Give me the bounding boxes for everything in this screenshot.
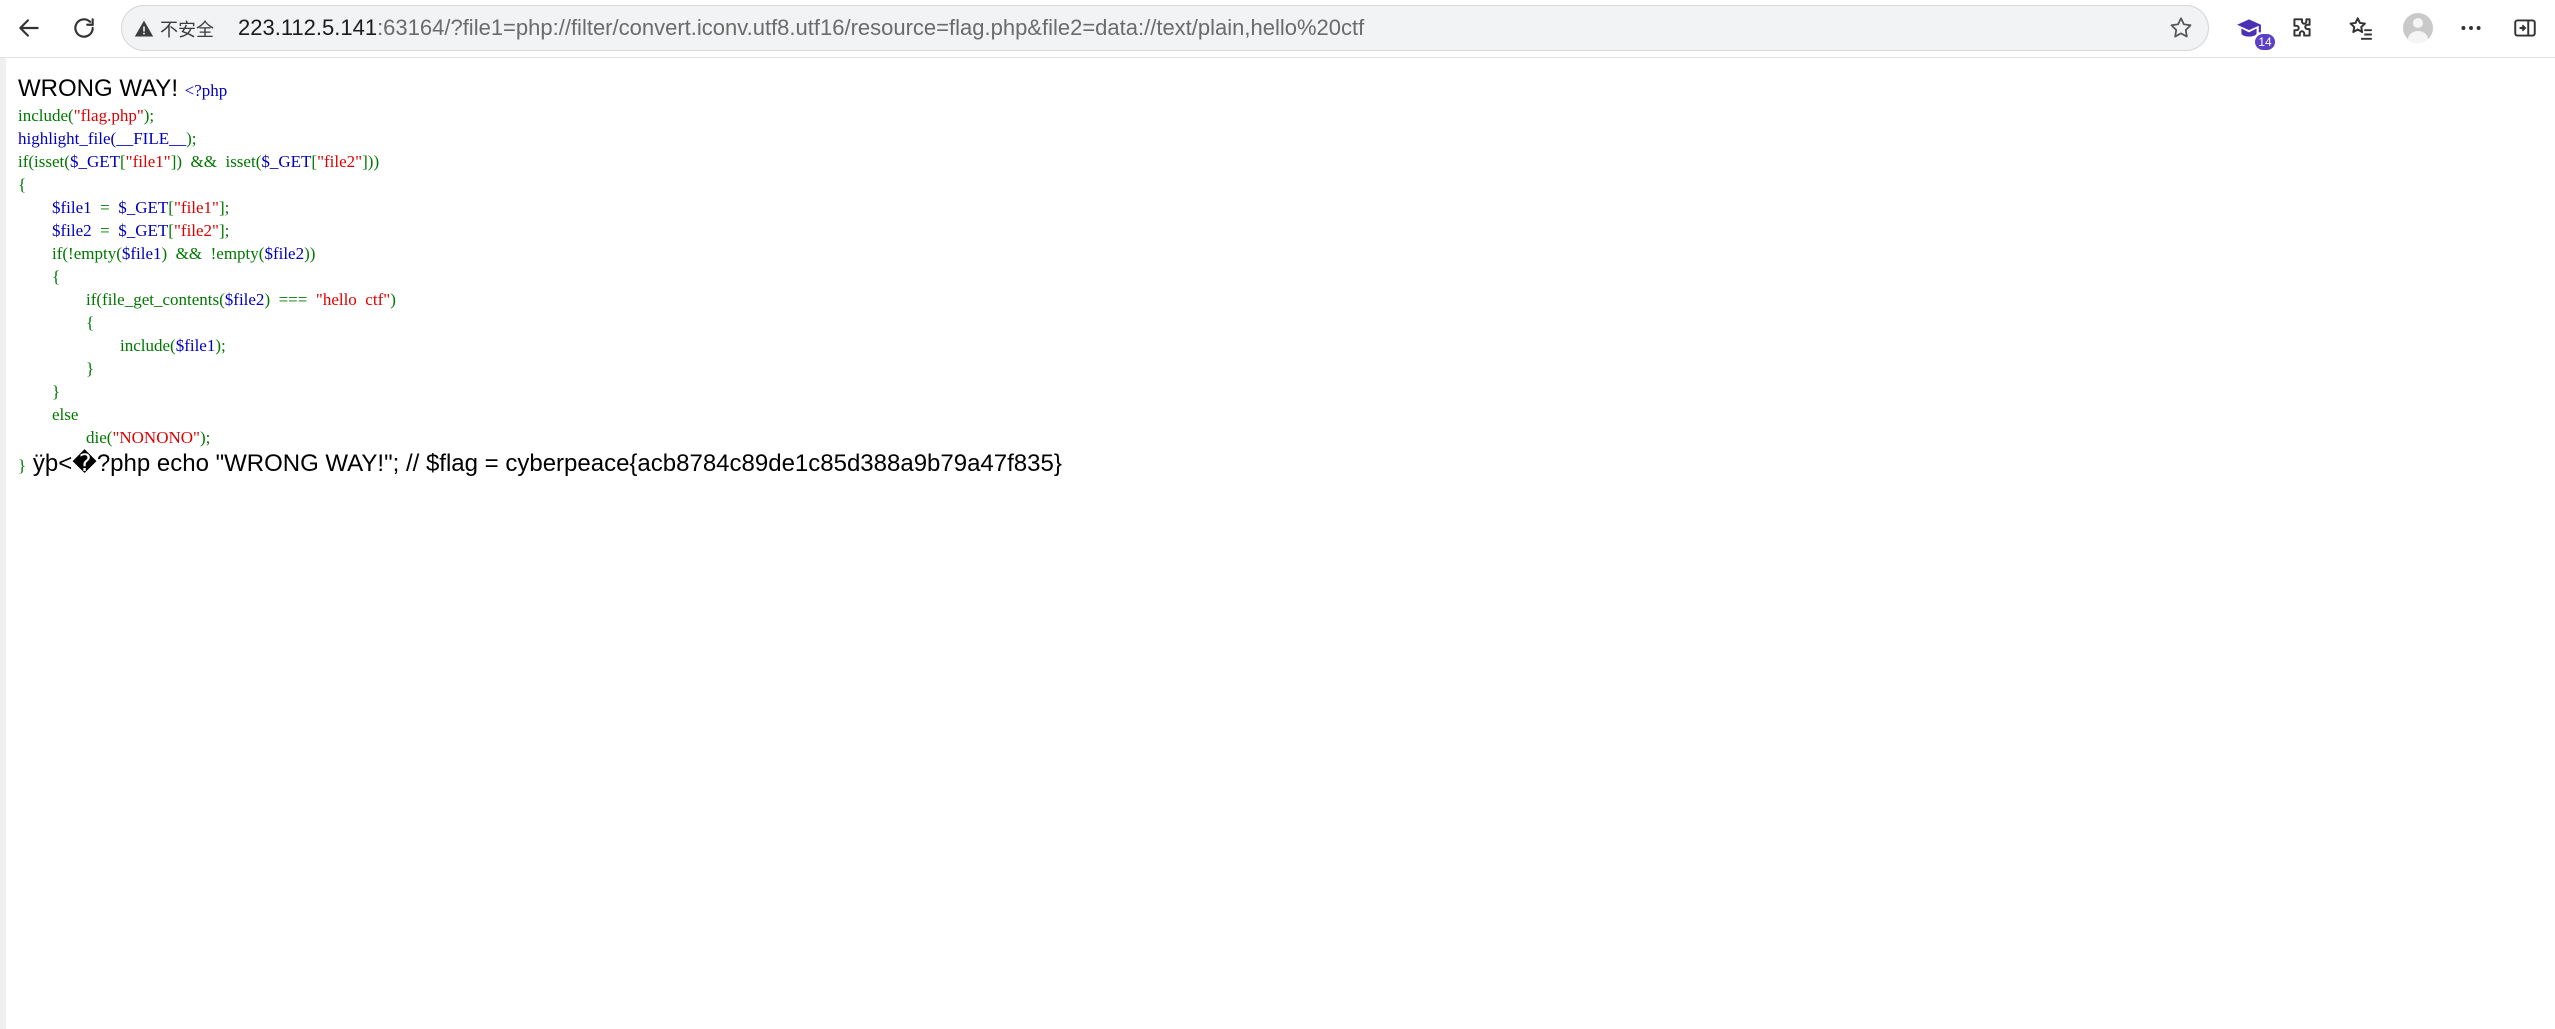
- wrong-way-output: WRONG WAY!: [18, 75, 185, 102]
- code-line-else: else: [52, 405, 79, 424]
- more-dots-icon: [2461, 26, 2481, 30]
- code-line-open-brace: {: [18, 175, 27, 194]
- address-bar[interactable]: 不安全 223.112.5.141:63164/?file1=php://fil…: [121, 5, 2209, 51]
- url-path: :63164/?file1=php://filter/convert.iconv…: [377, 15, 1365, 40]
- code-line-include-file1: include($file1);: [120, 336, 226, 355]
- code-line-include: include("flag.php");: [18, 106, 155, 125]
- code-line-brace-3: {: [86, 313, 95, 332]
- extension-button[interactable]: 14: [2229, 8, 2275, 50]
- code-line-isset: if(isset($_GET["file1"]) && isset($_GET[…: [18, 152, 380, 171]
- refresh-icon: [74, 18, 94, 38]
- puzzle-icon: [2293, 18, 2311, 37]
- output-line-flag: } ÿþ<�?php echo "WRONG WAY!"; // $flag =…: [18, 449, 1062, 482]
- security-indicator[interactable]: 不安全: [134, 14, 214, 44]
- favorites-list-icon: [2349, 17, 2372, 40]
- favorite-star-icon[interactable]: [2168, 15, 2194, 41]
- refresh-button[interactable]: [64, 8, 104, 48]
- favorites-button[interactable]: [2341, 8, 2381, 48]
- extension-badge: 14: [2255, 34, 2275, 50]
- code-line-highlight: highlight_file(__FILE__);: [18, 129, 197, 148]
- profile-button[interactable]: [2398, 8, 2438, 48]
- url-text[interactable]: 223.112.5.141:63164/?file1=php://filter/…: [238, 6, 1364, 50]
- code-line-close-brace-2: }: [52, 382, 61, 401]
- security-label: 不安全: [160, 20, 214, 41]
- code-line-file-get-contents: if(file_get_contents($file2) === "hello …: [86, 290, 396, 309]
- page-viewport: WRONG WAY! <?php include("flag.php"); hi…: [0, 58, 2555, 1029]
- avatar: [2403, 13, 2433, 43]
- php-open-tag: <?php: [184, 81, 228, 100]
- code-line-empty-check: if(!empty($file1) && !empty($file2)): [52, 244, 316, 263]
- sidebar-toggle-button[interactable]: [2505, 8, 2545, 48]
- code-close-brace: }: [18, 456, 27, 475]
- warning-icon: [134, 20, 154, 37]
- more-menu-button[interactable]: [2451, 8, 2491, 48]
- code-line-file1-assign: $file1 = $_GET["file1"];: [52, 198, 230, 217]
- code-line-brace-2: {: [52, 267, 61, 286]
- arrow-left-icon: [19, 19, 39, 37]
- code-line-file2-assign: $file2 = $_GET["file2"];: [52, 221, 230, 240]
- flag-output: ÿþ<�?php echo "WRONG WAY!"; // $flag = c…: [26, 450, 1062, 477]
- extensions-button[interactable]: [2282, 8, 2322, 48]
- code-line-die: die("NONONO");: [86, 428, 211, 447]
- browser-toolbar: 不安全 223.112.5.141:63164/?file1=php://fil…: [0, 0, 2555, 58]
- output-line-1: WRONG WAY! <?php: [18, 74, 1062, 104]
- page-content: WRONG WAY! <?php include("flag.php"); hi…: [18, 74, 1062, 482]
- url-host: 223.112.5.141: [238, 15, 378, 40]
- back-button[interactable]: [9, 8, 49, 48]
- code-line-close-brace-3: }: [86, 359, 95, 378]
- sidebar-icon: [2514, 19, 2536, 37]
